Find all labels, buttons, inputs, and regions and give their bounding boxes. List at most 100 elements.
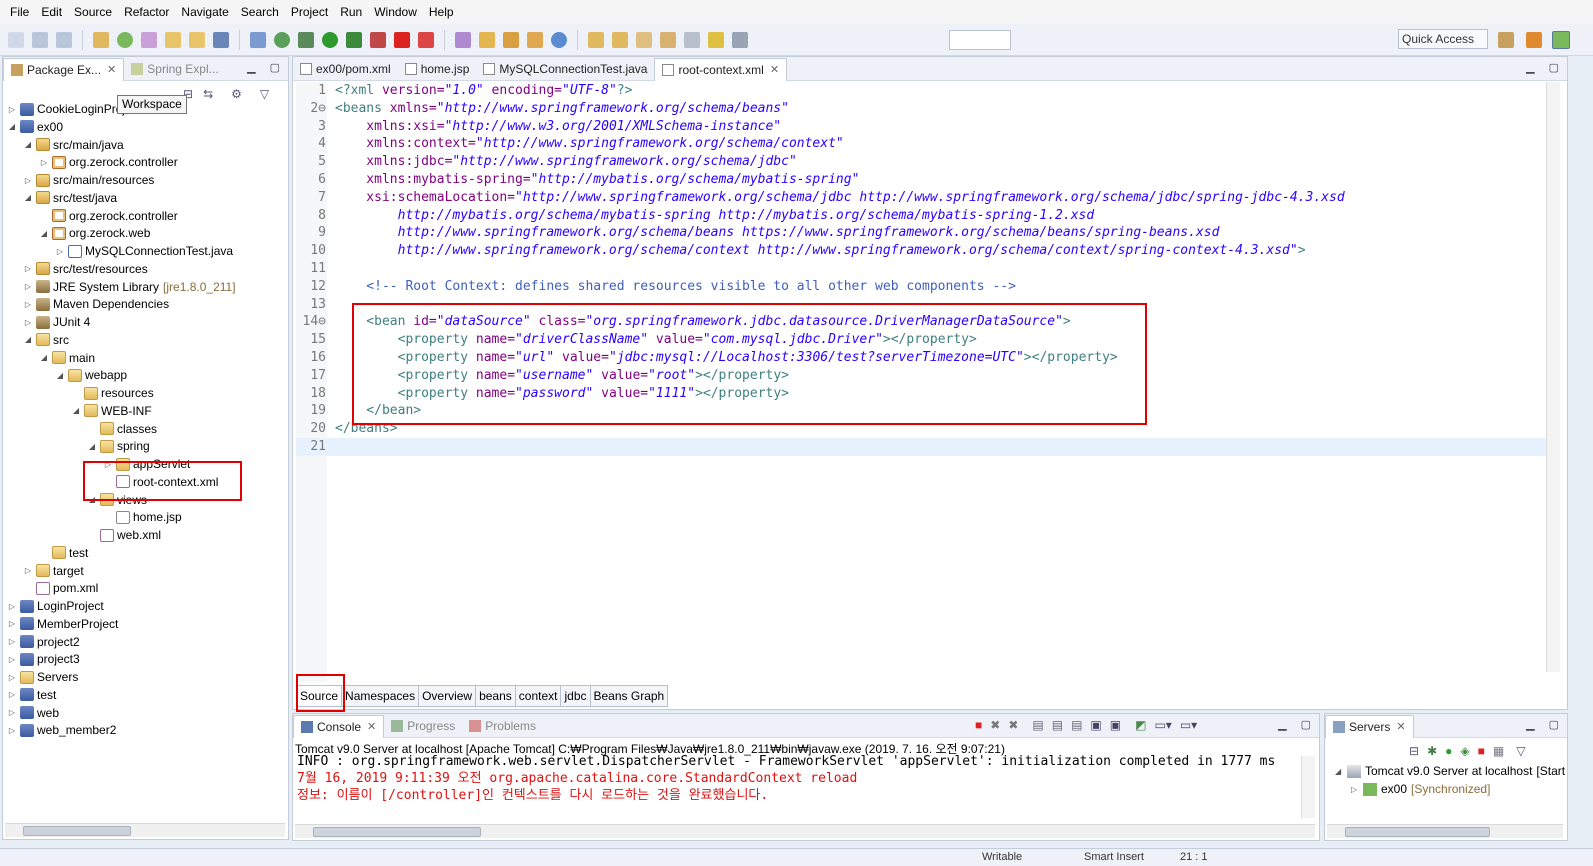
- expand-icon[interactable]: ▷: [6, 726, 18, 735]
- tab-problems[interactable]: Problems: [462, 715, 543, 737]
- minimize-icon[interactable]: ▁: [1278, 718, 1286, 731]
- module-row[interactable]: ▷ ex00 [Synchronized]: [1351, 782, 1490, 796]
- tree-item[interactable]: ▷ src/test/resources: [22, 260, 148, 278]
- page-tab-context[interactable]: context: [515, 685, 562, 707]
- stop-server-icon[interactable]: ■: [1478, 744, 1485, 758]
- tab-editor-file[interactable]: MySQLConnectionTest.java: [476, 58, 654, 80]
- stop-icon[interactable]: [394, 31, 410, 48]
- word-wrap-icon[interactable]: ▤: [1071, 718, 1082, 732]
- expand-icon[interactable]: ▷: [38, 158, 50, 167]
- code-line[interactable]: 21: [296, 438, 1546, 456]
- skip-breakpoints-icon[interactable]: [250, 31, 266, 48]
- expand-icon[interactable]: ▷: [22, 566, 34, 575]
- menu-item-help[interactable]: Help: [423, 5, 460, 19]
- maximize-icon[interactable]: ▢: [1549, 718, 1559, 731]
- tree-item[interactable]: web.xml: [86, 526, 161, 544]
- close-icon[interactable]: ✕: [770, 63, 779, 76]
- tab-editor-file[interactable]: home.jsp: [398, 58, 477, 80]
- tree-item[interactable]: ▷ src/main/resources: [22, 171, 154, 189]
- last-edit-icon[interactable]: [636, 31, 652, 48]
- remove-all-icon[interactable]: ✖: [1008, 718, 1018, 732]
- servers-hscroll[interactable]: [1327, 824, 1563, 838]
- tree-item[interactable]: ▷ project3: [6, 650, 80, 668]
- publish-icon[interactable]: ▦: [1493, 744, 1504, 758]
- tree-item[interactable]: ◢ webapp: [54, 366, 127, 384]
- expand-icon[interactable]: ▷: [6, 708, 18, 717]
- tree-item[interactable]: ▷ Maven Dependencies: [22, 295, 169, 313]
- run-icon[interactable]: [322, 31, 338, 48]
- show-on-error-icon[interactable]: ▣: [1110, 718, 1121, 732]
- spring-icon[interactable]: [503, 31, 519, 48]
- open-console-icon[interactable]: ▭▾: [1180, 718, 1197, 732]
- expand-icon[interactable]: ◢: [1335, 767, 1347, 776]
- close-icon[interactable]: ✕: [1396, 720, 1405, 733]
- expand-icon[interactable]: ▷: [54, 247, 66, 256]
- collapse-icon[interactable]: ◢: [38, 229, 50, 238]
- scroll-lock-icon[interactable]: ▤: [1052, 718, 1063, 732]
- grid-icon[interactable]: [732, 31, 748, 48]
- page-tab-overview[interactable]: Overview: [419, 685, 477, 707]
- tree-item[interactable]: ▷ test: [6, 686, 56, 704]
- tab-servers[interactable]: Servers ✕: [1325, 714, 1414, 738]
- tree-item[interactable]: ▷ web_member2: [6, 721, 116, 739]
- collapse-icon[interactable]: ◢: [22, 140, 34, 149]
- link-editor-icon[interactable]: ⇆: [203, 87, 213, 101]
- toolbar-combo[interactable]: [949, 30, 1011, 50]
- explorer-hscroll[interactable]: [5, 823, 285, 837]
- editor-vscroll[interactable]: [1546, 82, 1560, 672]
- page-tab-namespaces[interactable]: Namespaces: [342, 685, 420, 707]
- page-tab-jdbc[interactable]: jdbc: [561, 685, 591, 707]
- collapse-icon[interactable]: ◢: [70, 406, 82, 415]
- tree-item[interactable]: ◢ spring: [86, 437, 150, 455]
- tree-item[interactable]: ▷ JUnit 4: [22, 313, 90, 331]
- remove-launch-icon[interactable]: ✖: [990, 718, 1000, 732]
- build-icon[interactable]: [93, 31, 109, 48]
- collapse-icon[interactable]: ◢: [22, 193, 34, 202]
- maximize-icon[interactable]: ▢: [270, 61, 280, 74]
- tree-item[interactable]: ◢ org.zerock.web: [38, 224, 150, 242]
- save-all-icon[interactable]: [56, 31, 72, 48]
- tree-item[interactable]: ◢ main: [38, 349, 95, 367]
- menu-item-project[interactable]: Project: [285, 5, 334, 19]
- server-row[interactable]: ◢ Tomcat v9.0 Server at localhost [Start: [1335, 764, 1565, 778]
- new-package-icon[interactable]: [455, 31, 471, 48]
- tree-item[interactable]: ◢ WEB-INF: [70, 402, 152, 420]
- code-line[interactable]: 8 http://mybatis.org/schema/mybatis-spri…: [296, 207, 1546, 225]
- menu-item-search[interactable]: Search: [235, 5, 285, 19]
- maximize-icon[interactable]: ▢: [1301, 718, 1311, 731]
- tree-item[interactable]: classes: [86, 420, 157, 438]
- menu-item-window[interactable]: Window: [368, 5, 423, 19]
- prev-annotation-icon[interactable]: [612, 31, 628, 48]
- code-line[interactable]: 11: [296, 260, 1546, 278]
- code-line[interactable]: 6 xmlns:mybatis-spring="http://mybatis.o…: [296, 171, 1546, 189]
- expand-icon[interactable]: ▷: [6, 105, 18, 114]
- save-icon[interactable]: [32, 31, 48, 48]
- menu-item-edit[interactable]: Edit: [35, 5, 68, 19]
- back-icon[interactable]: [660, 31, 676, 48]
- code-line[interactable]: 4 xmlns:context="http://www.springframew…: [296, 135, 1546, 153]
- open-type-icon[interactable]: [165, 31, 181, 48]
- collapse-icon[interactable]: ▷: [1351, 785, 1363, 794]
- menu-item-refactor[interactable]: Refactor: [118, 5, 175, 19]
- new-icon[interactable]: [8, 31, 24, 48]
- refresh-icon[interactable]: [117, 31, 133, 48]
- tree-item[interactable]: ▷ web: [6, 704, 59, 722]
- tab-package-explorer[interactable]: Package Ex... ✕: [3, 57, 125, 81]
- code-line[interactable]: 9 http://www.springframework.org/schema/…: [296, 224, 1546, 242]
- settings-icon[interactable]: [141, 31, 157, 48]
- code-line[interactable]: 1 <?xml version="1.0" encoding="UTF-8"?>: [296, 82, 1546, 100]
- tree-item[interactable]: ▷ MySQLConnectionTest.java: [54, 242, 233, 260]
- scroll-thumb[interactable]: [313, 827, 481, 837]
- display-console-icon[interactable]: ▭▾: [1154, 718, 1171, 732]
- menu-item-run[interactable]: Run: [334, 5, 368, 19]
- expand-icon[interactable]: ▷: [22, 318, 34, 327]
- tree-item[interactable]: ◢ src/test/java: [22, 189, 117, 207]
- tree-item[interactable]: resources: [70, 384, 154, 402]
- scroll-thumb[interactable]: [1345, 827, 1490, 837]
- expand-icon[interactable]: ▷: [6, 602, 18, 611]
- next-annotation-icon[interactable]: [588, 31, 604, 48]
- open-folder-icon[interactable]: [479, 31, 495, 48]
- open-task-icon[interactable]: [189, 31, 205, 48]
- debug-icon[interactable]: [298, 31, 314, 48]
- expand-icon[interactable]: ▷: [22, 300, 34, 309]
